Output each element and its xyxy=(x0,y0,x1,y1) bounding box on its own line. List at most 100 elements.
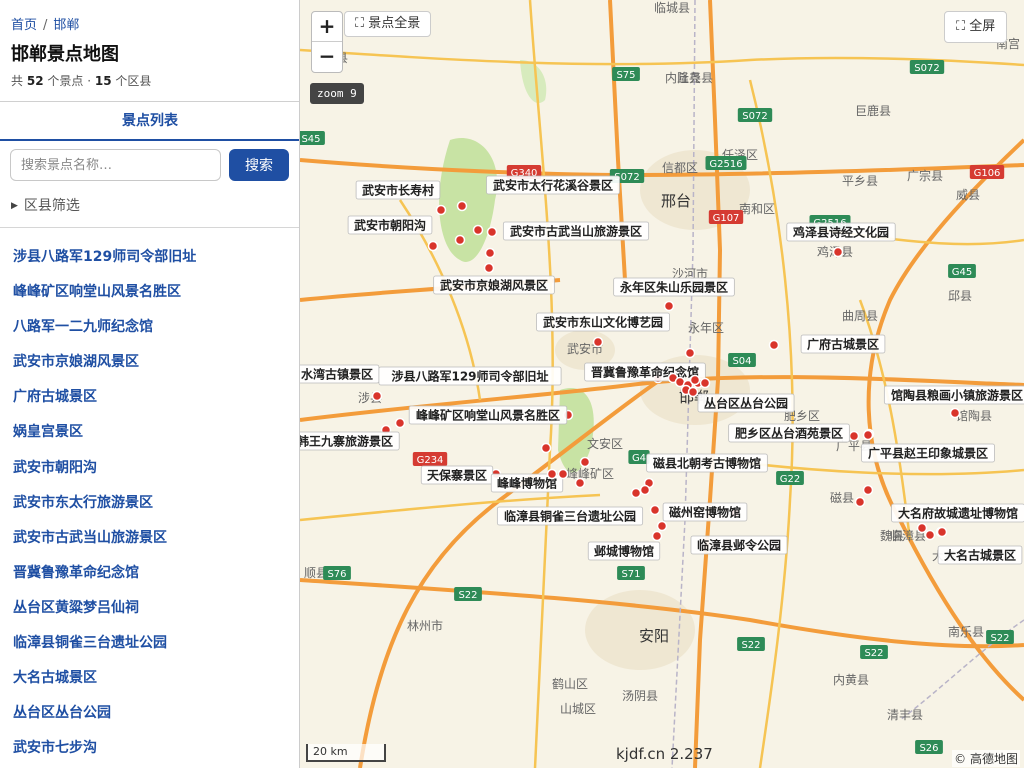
poi-dot[interactable] xyxy=(924,529,936,541)
map-view[interactable]: 邢台武安市邯郸安阳临城县隆尧县内丘县任泽区南和区巨鹿县平乡县广宗县威县鸡泽县曲周… xyxy=(300,0,1024,768)
poi-dot[interactable] xyxy=(862,429,874,441)
poi-dot[interactable] xyxy=(592,336,604,348)
poi-label[interactable]: 广府古城景区 xyxy=(807,337,879,352)
fullscreen-button[interactable]: ⛶ 全屏 xyxy=(944,11,1008,43)
county-count: 15 xyxy=(94,74,112,88)
poi-dot[interactable] xyxy=(684,347,696,359)
poi-label[interactable]: 峰峰博物馆 xyxy=(497,476,557,491)
poi-dot[interactable] xyxy=(651,530,663,542)
poi-label[interactable]: 武安市东山文化博艺园 xyxy=(543,315,663,330)
poi-label[interactable]: 晋冀鲁豫革命纪念馆 xyxy=(591,365,699,380)
poi-label[interactable]: 临漳县铜雀三台遗址公园 xyxy=(504,509,636,524)
poi-dot[interactable] xyxy=(579,456,591,468)
poi-label[interactable]: 广平县赵王印象城景区 xyxy=(868,446,988,461)
poi-list-item[interactable]: 武安市东太行旅游景区 xyxy=(13,486,196,521)
poi-dot[interactable] xyxy=(394,417,406,429)
poi-dot[interactable] xyxy=(916,522,928,534)
poi-marker[interactable]: 晋冀鲁豫革命纪念馆 xyxy=(584,362,706,384)
poi-list-item[interactable]: 晋冀鲁豫革命纪念馆 xyxy=(13,556,196,591)
map-canvas[interactable]: 邢台武安市邯郸安阳临城县隆尧县内丘县任泽区南和区巨鹿县平乡县广宗县威县鸡泽县曲周… xyxy=(300,0,1024,768)
poi-marker[interactable]: 肥乡区丛台酒苑景区 xyxy=(728,423,860,443)
poi-dot[interactable] xyxy=(854,496,866,508)
poi-dot[interactable] xyxy=(936,526,948,538)
poi-dot[interactable] xyxy=(699,377,711,389)
svg-text:S75: S75 xyxy=(616,70,635,81)
poi-dot[interactable] xyxy=(949,407,961,419)
poi-list-item[interactable]: 武安市七步沟 xyxy=(13,731,196,766)
poi-list-item[interactable]: 娲皇宫景区 xyxy=(13,415,196,450)
poi-list-item[interactable]: 丛台区黄粱梦吕仙祠 xyxy=(13,591,196,626)
poi-label[interactable]: 武安市京娘湖风景区 xyxy=(440,278,548,293)
poi-label[interactable]: 武安市长寿村 xyxy=(362,183,434,198)
tab-spot-list[interactable]: 景点列表 xyxy=(0,102,299,140)
poi-list-item[interactable]: 峰峰矿区响堂山风景名胜区 xyxy=(13,275,196,310)
poi-dot[interactable] xyxy=(862,484,874,496)
zoom-level-badge: zoom 9 xyxy=(310,83,364,104)
poi-label[interactable]: 涉县八路军129师司令部旧址 xyxy=(391,369,548,384)
poi-label[interactable]: 武安市古武当山旅游景区 xyxy=(510,224,642,239)
poi-marker[interactable]: 天保寨景区 xyxy=(420,465,502,485)
poi-list-item[interactable]: 武安市古武当山旅游景区 xyxy=(13,521,196,556)
poi-label[interactable]: 磁县北朝考古博物馆 xyxy=(652,456,761,471)
poi-label[interactable]: 武安市太行花溪谷景区 xyxy=(493,178,613,193)
poi-dot[interactable] xyxy=(472,224,484,236)
poi-dot[interactable] xyxy=(454,234,466,246)
poi-dot[interactable] xyxy=(687,386,699,398)
poi-dot[interactable] xyxy=(540,442,552,454)
poi-dot[interactable] xyxy=(656,520,668,532)
poi-dot[interactable] xyxy=(546,468,558,480)
poi-label[interactable]: 鸡泽县诗经文化园 xyxy=(792,225,889,240)
poi-dot[interactable] xyxy=(663,300,675,312)
breadcrumb-current[interactable]: 邯郸 xyxy=(53,18,79,33)
poi-label[interactable]: 馆陶县粮画小镇旅游景区 xyxy=(891,388,1023,403)
breadcrumb-home[interactable]: 首页 xyxy=(11,18,37,33)
poi-label[interactable]: 磁州窑博物馆 xyxy=(668,505,741,520)
poi-dot[interactable] xyxy=(689,374,701,386)
poi-dot[interactable] xyxy=(435,204,447,216)
poi-dot[interactable] xyxy=(574,477,586,489)
poi-dot[interactable] xyxy=(832,246,844,258)
poi-list-item[interactable]: 广府古城景区 xyxy=(13,380,196,415)
poi-label[interactable]: 峰峰矿区响堂山风景名胜区 xyxy=(416,408,560,423)
poi-label[interactable]: 水湾古镇景区 xyxy=(301,367,373,382)
search-input[interactable] xyxy=(10,149,221,181)
poi-dot[interactable] xyxy=(630,487,642,499)
poi-dot[interactable] xyxy=(557,468,569,480)
poi-label[interactable]: 韩王九寨旅游景区 xyxy=(300,434,393,449)
poi-dot[interactable] xyxy=(486,226,498,238)
poi-dot[interactable] xyxy=(427,240,439,252)
poi-list-item[interactable]: 八路军一二九师纪念馆 xyxy=(13,310,196,345)
poi-marker[interactable]: 临漳县铜雀三台遗址公园 xyxy=(496,504,661,526)
poi-dot[interactable] xyxy=(649,504,661,516)
poi-dot[interactable] xyxy=(371,390,383,402)
poi-marker[interactable]: 武安市古武当山旅游景区 xyxy=(486,221,650,241)
poi-label[interactable]: 丛台区丛台公园 xyxy=(704,396,788,411)
poi-list-item[interactable]: 武安市京娘湖风景区 xyxy=(13,345,196,380)
poi-marker[interactable]: 峰峰矿区响堂山风景名胜区 xyxy=(408,405,574,425)
poi-dot[interactable] xyxy=(848,430,860,442)
poi-list-item[interactable]: 大名古城景区 xyxy=(13,661,196,696)
search-button[interactable]: 搜索 xyxy=(229,149,289,181)
poi-dot[interactable] xyxy=(456,200,468,212)
poi-list-item[interactable]: 武安市朝阳沟 xyxy=(13,451,196,486)
poi-marker[interactable]: 磁州窑博物馆 xyxy=(662,502,748,522)
poi-label[interactable]: 永年区朱山乐园景区 xyxy=(619,280,728,295)
poi-label[interactable]: 肥乡区丛台酒苑景区 xyxy=(735,426,843,441)
zoom-out-button[interactable]: − xyxy=(312,42,342,72)
poi-label[interactable]: 武安市朝阳沟 xyxy=(354,218,426,233)
poi-dot[interactable] xyxy=(483,262,495,274)
poi-dot[interactable] xyxy=(484,247,496,259)
poi-dot[interactable] xyxy=(768,339,780,351)
poi-list-item[interactable]: 涉县八路军129师司令部旧址 xyxy=(13,240,196,275)
poi-label[interactable]: 临漳县邺令公园 xyxy=(697,538,781,553)
poi-list-item[interactable]: 临漳县铜雀三台遗址公园 xyxy=(13,626,196,661)
overview-button[interactable]: ⛶ 景点全景 xyxy=(344,11,432,37)
poi-label[interactable]: 大名府故城遗址博物馆 xyxy=(898,506,1018,521)
zoom-in-button[interactable]: + xyxy=(312,12,342,42)
poi-label[interactable]: 邺城博物馆 xyxy=(594,544,654,559)
county-filter-toggle[interactable]: ▶ 区县筛选 xyxy=(11,195,80,215)
poi-list-item[interactable]: 丛台区丛台公园 xyxy=(13,696,196,731)
poi-label[interactable]: 大名古城景区 xyxy=(944,548,1016,563)
poi-label[interactable]: 天保寨景区 xyxy=(427,468,487,483)
poi-dot[interactable] xyxy=(639,484,651,496)
